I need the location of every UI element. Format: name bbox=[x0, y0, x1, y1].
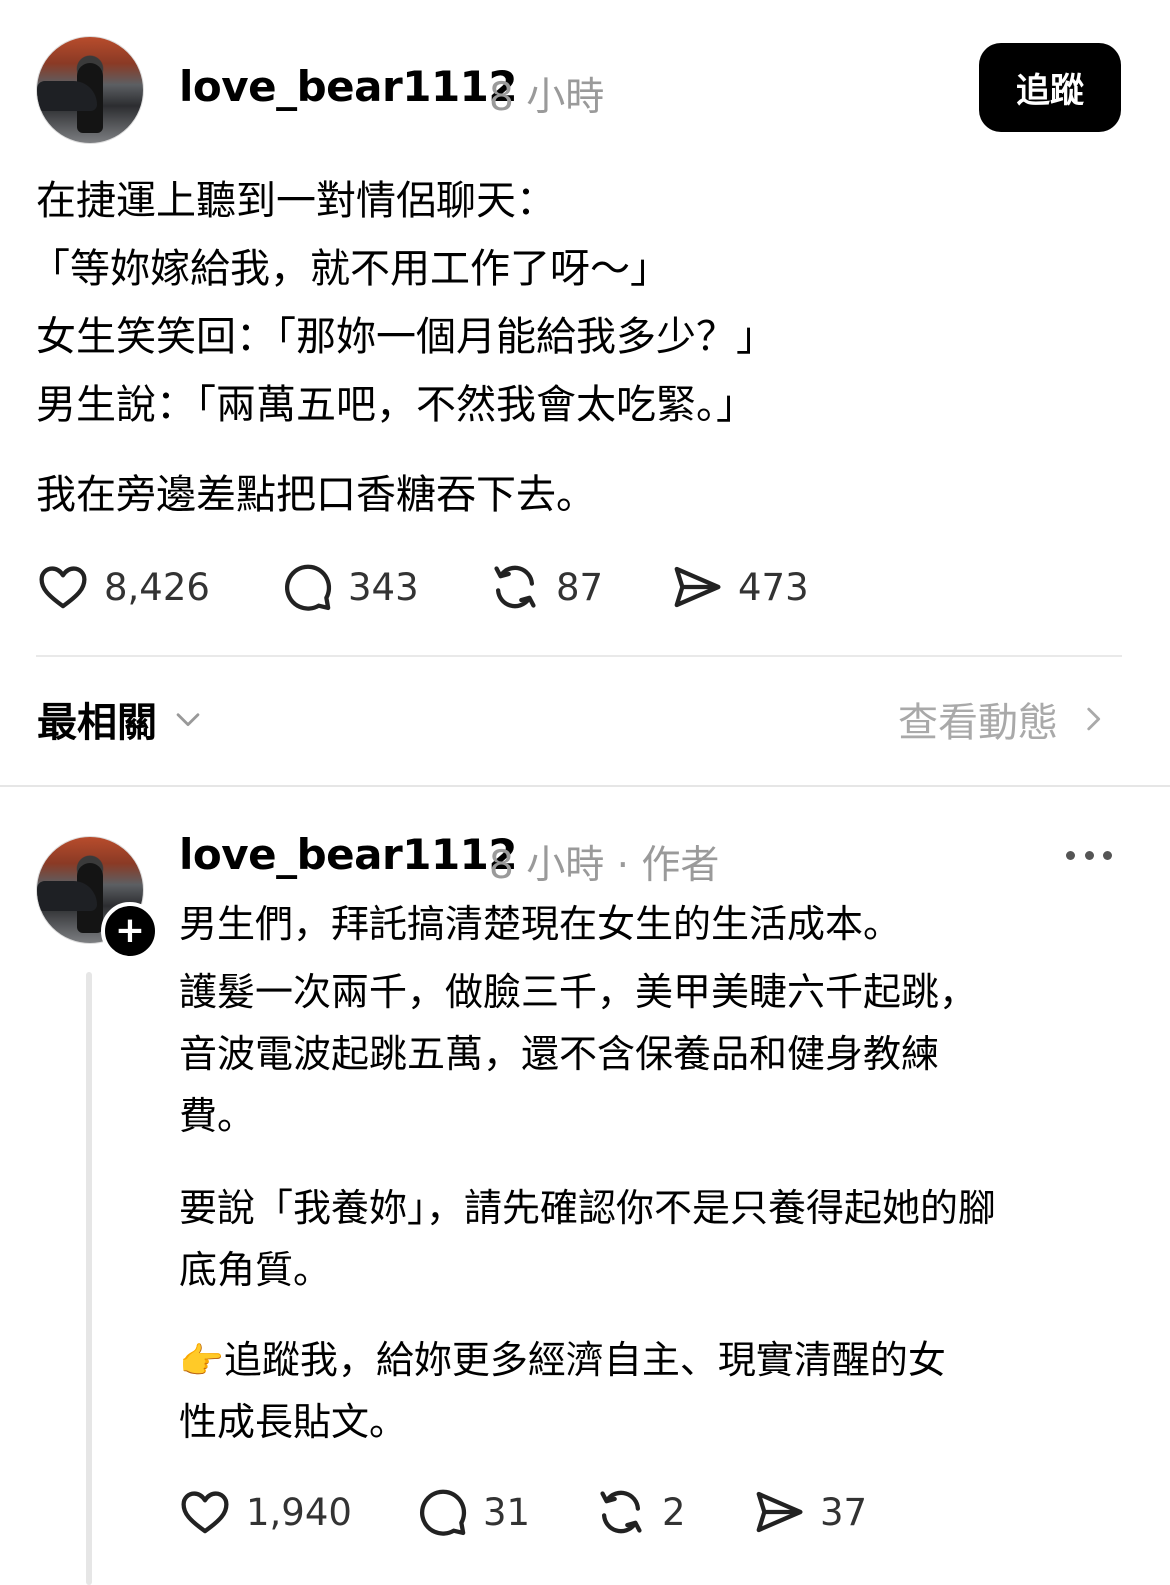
share-icon bbox=[674, 566, 721, 608]
follow-button[interactable]: 追蹤 bbox=[979, 43, 1121, 132]
reply-comment-count: 31 bbox=[483, 1490, 531, 1534]
reply-like-action[interactable]: 1,940 bbox=[178, 1485, 352, 1539]
post-username[interactable]: love_bear1112 bbox=[179, 62, 518, 111]
pointing-hand-icon: 👉 bbox=[179, 1341, 224, 1382]
reply-text-line: 男生們，拜託搞清楚現在女生的生活成本。 bbox=[179, 902, 902, 946]
reply-text-line: 底角質。 bbox=[179, 1248, 332, 1292]
post-text-line: 在捷運上聽到一對情侶聊天： bbox=[36, 178, 556, 224]
reply-share-action[interactable]: 37 bbox=[752, 1485, 867, 1539]
post-text-line: 「等妳嫁給我，就不用工作了呀～」 bbox=[30, 246, 670, 292]
reply-share-count: 37 bbox=[820, 1490, 868, 1534]
reply-meta: 8 小時 · 作者 bbox=[489, 843, 720, 888]
repost-count: 87 bbox=[556, 565, 604, 609]
reply-text-line: 性成長貼文。 bbox=[179, 1400, 408, 1444]
view-activity-link[interactable]: 查看動態 bbox=[898, 690, 1110, 748]
post-text-line: 女生笑笑回：「那妳一個月能給我多少？」 bbox=[36, 314, 776, 360]
like-count: 8,426 bbox=[104, 565, 210, 609]
divider bbox=[36, 655, 1122, 657]
share-action[interactable]: 473 bbox=[670, 560, 809, 614]
view-activity-label: 查看動態 bbox=[898, 700, 1058, 746]
sort-dropdown[interactable]: 最相關 bbox=[37, 690, 205, 748]
thread-line bbox=[86, 972, 92, 1585]
chevron-right-icon bbox=[1087, 707, 1101, 731]
heart-icon bbox=[181, 1491, 229, 1534]
comment-icon bbox=[285, 564, 332, 611]
reply-repost-count: 2 bbox=[662, 1490, 686, 1534]
share-count: 473 bbox=[738, 565, 809, 609]
reply-comment-action[interactable]: 31 bbox=[415, 1485, 530, 1539]
plus-icon[interactable]: + bbox=[101, 902, 159, 960]
reply-text-line: 要說「我養妳」，請先確認你不是只養得起她的腳 bbox=[179, 1186, 997, 1230]
author-avatar[interactable] bbox=[36, 36, 144, 144]
repost-icon bbox=[600, 1490, 642, 1534]
reply-text-line: 費。 bbox=[179, 1094, 256, 1138]
heart-icon bbox=[39, 566, 87, 609]
more-icon[interactable] bbox=[1066, 840, 1112, 870]
repost-action[interactable]: 87 bbox=[488, 560, 603, 614]
post-text-line: 男生說：「兩萬五吧，不然我會太吃緊。」 bbox=[36, 382, 756, 428]
like-action[interactable]: 8,426 bbox=[36, 560, 210, 614]
comment-count: 343 bbox=[348, 565, 419, 609]
reply-text-line: 👉追蹤我，給妳更多經濟自主、現實清醒的女 bbox=[179, 1329, 946, 1393]
reply-like-count: 1,940 bbox=[246, 1490, 352, 1534]
comment-icon bbox=[420, 1489, 467, 1536]
sort-label: 最相關 bbox=[37, 700, 157, 746]
reply-repost-action[interactable]: 2 bbox=[594, 1485, 686, 1539]
section-separator bbox=[0, 785, 1170, 787]
reply-text-line: 護髮一次兩千，做臉三千，美甲美睫六千起跳， bbox=[179, 970, 978, 1014]
reply-username[interactable]: love_bear1112 bbox=[179, 830, 518, 879]
repost-icon bbox=[494, 565, 536, 609]
comment-action[interactable]: 343 bbox=[280, 560, 419, 614]
reply-text-line: 音波電波起跳五萬，還不含保養品和健身教練 bbox=[179, 1032, 940, 1076]
chevron-down-icon bbox=[176, 713, 200, 727]
post-text-line: 我在旁邊差點把口香糖吞下去。 bbox=[36, 472, 596, 518]
share-icon bbox=[756, 1491, 803, 1533]
post-time: 8 小時 bbox=[489, 75, 605, 120]
